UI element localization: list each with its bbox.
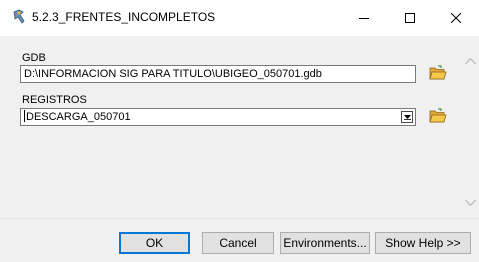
window-title: 5.2.3_FRENTES_INCOMPLETOS xyxy=(32,10,216,24)
maximize-icon xyxy=(405,13,415,23)
gdb-browse-button[interactable] xyxy=(427,63,449,85)
tool-icon xyxy=(11,9,27,25)
combobox-dropdown-button[interactable] xyxy=(401,111,413,123)
button-bar-divider xyxy=(0,218,479,219)
close-button[interactable] xyxy=(433,0,479,36)
vertical-scrollbar[interactable] xyxy=(462,38,479,218)
folder-open-icon xyxy=(429,108,447,127)
minimize-icon xyxy=(359,13,369,23)
title-bar[interactable]: 5.2.3_FRENTES_INCOMPLETOS xyxy=(0,0,479,36)
dialog-body: GDB D:\INFORMACION SIG PARA TITULO\UBIGE… xyxy=(0,36,479,262)
gdb-path-value: D:\INFORMACION SIG PARA TITULO\UBIGEO_05… xyxy=(24,68,322,80)
registros-label: REGISTROS xyxy=(22,94,87,106)
chevron-down-icon xyxy=(403,109,411,125)
maximize-button[interactable] xyxy=(387,0,433,36)
cancel-button[interactable]: Cancel xyxy=(202,232,274,254)
registros-browse-button[interactable] xyxy=(427,106,449,128)
registros-value: DESCARGA_050701 xyxy=(26,111,131,123)
scroll-up-icon[interactable] xyxy=(465,54,476,65)
gdb-label: GDB xyxy=(22,52,46,64)
text-caret xyxy=(24,110,25,122)
registros-combobox[interactable]: DESCARGA_050701 xyxy=(20,108,416,126)
show-help-button[interactable]: Show Help >> xyxy=(375,232,471,254)
ok-button[interactable]: OK xyxy=(119,232,190,254)
minimize-button[interactable] xyxy=(341,0,387,36)
environments-button[interactable]: Environments... xyxy=(280,232,370,254)
scroll-down-icon[interactable] xyxy=(465,196,476,207)
folder-open-icon xyxy=(429,65,447,84)
gdb-path-field[interactable]: D:\INFORMACION SIG PARA TITULO\UBIGEO_05… xyxy=(20,65,416,83)
close-icon xyxy=(451,13,461,23)
